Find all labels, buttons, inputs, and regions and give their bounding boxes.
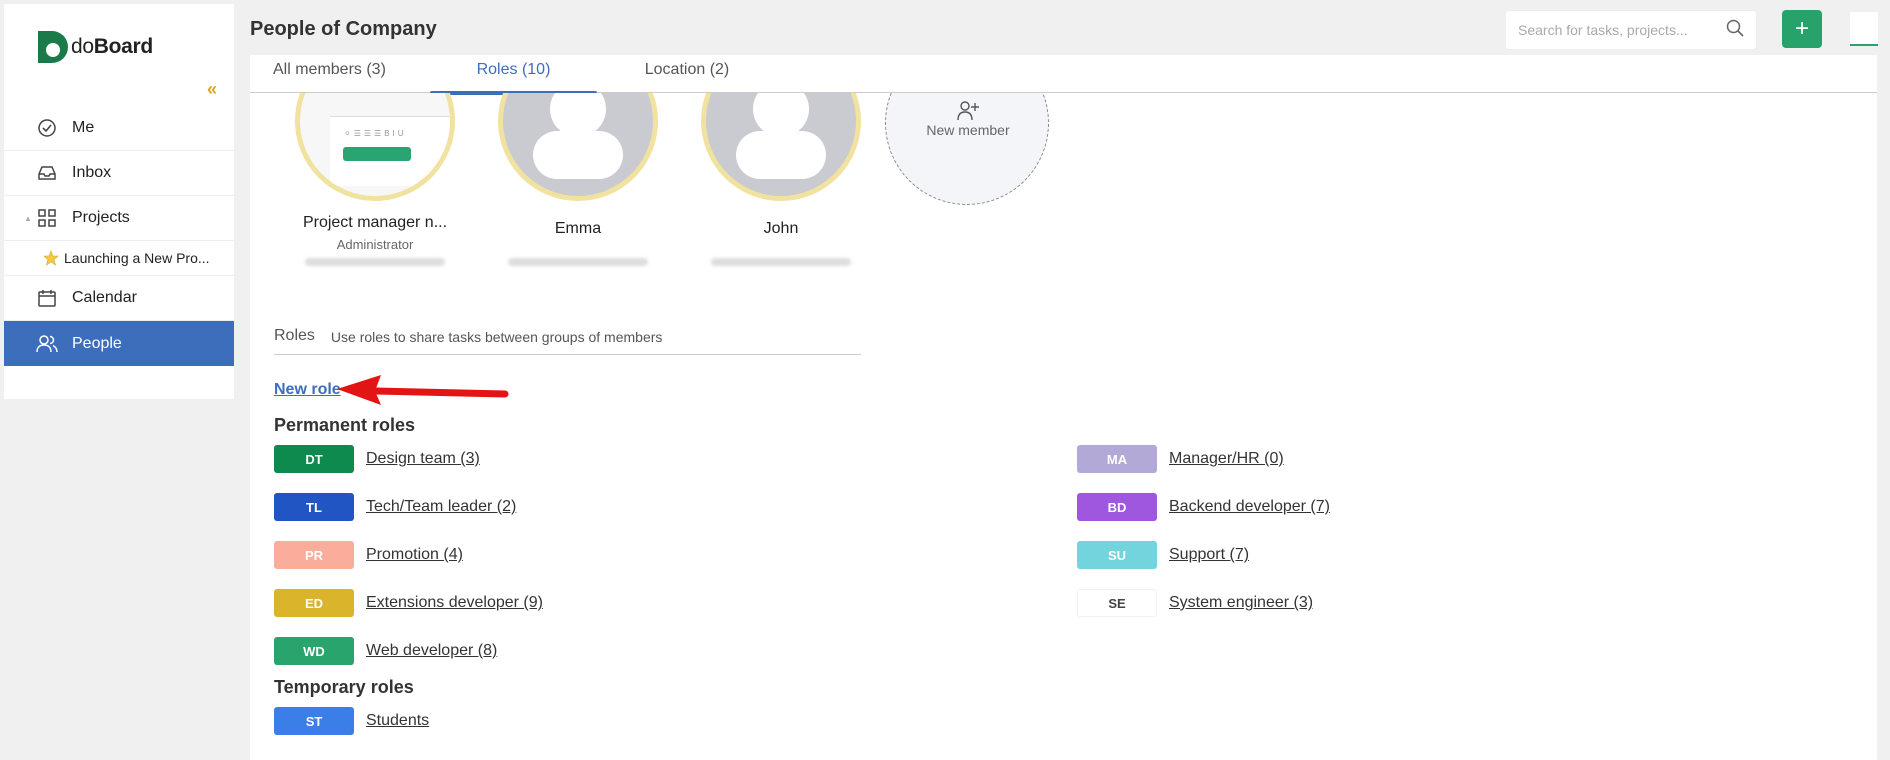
sidebar-nav: Me Inbox ▲ Projects Launching a New Pro.… bbox=[4, 106, 234, 366]
role-badge: DT bbox=[274, 445, 354, 473]
role-link[interactable]: Manager/HR (0) bbox=[1169, 450, 1284, 468]
sidebar-item-calendar[interactable]: Calendar bbox=[4, 276, 234, 321]
role-badge: TL bbox=[274, 493, 354, 521]
role-link[interactable]: Extensions developer (9) bbox=[366, 594, 543, 612]
role-badge: SU bbox=[1077, 541, 1157, 569]
logo-mark-icon bbox=[38, 31, 68, 63]
main-panel: All members (3) Roles (10) Location (2) … bbox=[250, 55, 1877, 760]
role-link[interactable]: System engineer (3) bbox=[1169, 594, 1313, 612]
new-role-link[interactable]: New role bbox=[274, 381, 341, 399]
add-button[interactable]: + bbox=[1782, 10, 1822, 48]
role-badge: ST bbox=[274, 707, 354, 735]
member-email bbox=[508, 258, 648, 266]
role-item[interactable]: TL Tech/Team leader (2) bbox=[274, 493, 516, 521]
avatar[interactable]: ⚪☰☰☰BIU bbox=[295, 93, 455, 201]
sidebar-item-project-launching[interactable]: Launching a New Pro... bbox=[4, 241, 234, 276]
inbox-icon bbox=[36, 162, 58, 184]
roles-description: Use roles to share tasks between groups … bbox=[330, 329, 663, 345]
grid-icon bbox=[36, 207, 58, 229]
tab-roles[interactable]: Roles (10) bbox=[430, 55, 597, 95]
members-strip: ⚪☰☰☰BIU Project manager n... Administrat… bbox=[275, 93, 1175, 323]
tab-location[interactable]: Location (2) bbox=[597, 55, 777, 93]
red-arrow-annotation bbox=[335, 371, 515, 416]
role-link[interactable]: Tech/Team leader (2) bbox=[366, 498, 516, 516]
roles-title: Roles bbox=[274, 327, 315, 344]
role-badge: WD bbox=[274, 637, 354, 665]
app-logo[interactable]: doBoard bbox=[38, 30, 153, 64]
role-item[interactable]: ED Extensions developer (9) bbox=[274, 589, 543, 617]
member-name: Emma bbox=[554, 220, 602, 237]
member-email bbox=[305, 258, 445, 266]
search-icon[interactable] bbox=[1726, 19, 1744, 42]
roles-header: Roles Use roles to share tasks between g… bbox=[274, 327, 861, 355]
sidebar-item-label: People bbox=[72, 334, 122, 352]
role-item[interactable]: MA Manager/HR (0) bbox=[1077, 445, 1284, 473]
sidebar-item-projects[interactable]: ▲ Projects bbox=[4, 196, 234, 241]
sidebar-item-label: Launching a New Pro... bbox=[64, 250, 210, 266]
avatar-image: ⚪☰☰☰BIU bbox=[330, 116, 450, 186]
tab-all-members[interactable]: All members (3) bbox=[250, 55, 430, 93]
sidebar-item-inbox[interactable]: Inbox bbox=[4, 151, 234, 196]
role-item[interactable]: SE System engineer (3) bbox=[1077, 589, 1313, 617]
role-link[interactable]: Web developer (8) bbox=[366, 642, 497, 660]
role-badge: MA bbox=[1077, 445, 1157, 473]
member-email bbox=[711, 258, 851, 266]
role-link[interactable]: Backend developer (7) bbox=[1169, 498, 1330, 516]
role-badge: PR bbox=[274, 541, 354, 569]
page-title: People of Company bbox=[250, 18, 437, 40]
member-role: Administrator bbox=[336, 237, 414, 252]
role-link[interactable]: Design team (3) bbox=[366, 450, 480, 468]
new-member-label: New member bbox=[926, 122, 1010, 138]
avatar[interactable] bbox=[701, 93, 861, 201]
user-avatar[interactable] bbox=[1850, 12, 1878, 46]
search-box[interactable] bbox=[1505, 10, 1757, 50]
member-name: John bbox=[763, 220, 799, 237]
sidebar-item-label: Projects bbox=[72, 209, 130, 226]
role-item[interactable]: WD Web developer (8) bbox=[274, 637, 497, 665]
star-icon bbox=[42, 249, 60, 267]
plus-icon: + bbox=[1794, 15, 1809, 42]
sidebar-item-people[interactable]: People bbox=[4, 321, 234, 366]
logo-text: doBoard bbox=[71, 35, 153, 58]
role-item[interactable]: BD Backend developer (7) bbox=[1077, 493, 1330, 521]
collapse-sidebar-icon[interactable]: « bbox=[207, 79, 217, 100]
sidebar-item-me[interactable]: Me bbox=[4, 106, 234, 151]
sidebar-item-label: Me bbox=[72, 119, 95, 136]
search-input[interactable] bbox=[1518, 22, 1726, 38]
role-badge: SE bbox=[1077, 589, 1157, 617]
role-item[interactable]: DT Design team (3) bbox=[274, 445, 480, 473]
role-link[interactable]: Support (7) bbox=[1169, 546, 1249, 564]
check-circle-icon bbox=[36, 117, 58, 139]
role-item[interactable]: SU Support (7) bbox=[1077, 541, 1249, 569]
sidebar-item-label: Inbox bbox=[72, 164, 112, 181]
calendar-icon bbox=[36, 287, 58, 309]
sidebar-item-label: Calendar bbox=[72, 289, 137, 306]
avatar[interactable] bbox=[498, 93, 658, 201]
role-link[interactable]: Students bbox=[366, 712, 429, 730]
role-item[interactable]: PR Promotion (4) bbox=[274, 541, 463, 569]
expand-triangle-icon[interactable]: ▲ bbox=[24, 214, 32, 223]
people-icon bbox=[36, 333, 58, 355]
permanent-roles-title: Permanent roles bbox=[274, 415, 416, 435]
role-badge: BD bbox=[1077, 493, 1157, 521]
role-badge: ED bbox=[274, 589, 354, 617]
role-item[interactable]: ST Students bbox=[274, 707, 429, 735]
temporary-roles-title: Temporary roles bbox=[274, 677, 414, 697]
role-link[interactable]: Promotion (4) bbox=[366, 546, 463, 564]
new-member-button[interactable]: New member bbox=[885, 93, 1049, 205]
sidebar: doBoard « Me Inbox ▲ Projects Launching … bbox=[4, 4, 234, 399]
tab-bar: All members (3) Roles (10) Location (2) bbox=[250, 55, 1877, 95]
member-name: Project manager n... bbox=[302, 214, 448, 231]
